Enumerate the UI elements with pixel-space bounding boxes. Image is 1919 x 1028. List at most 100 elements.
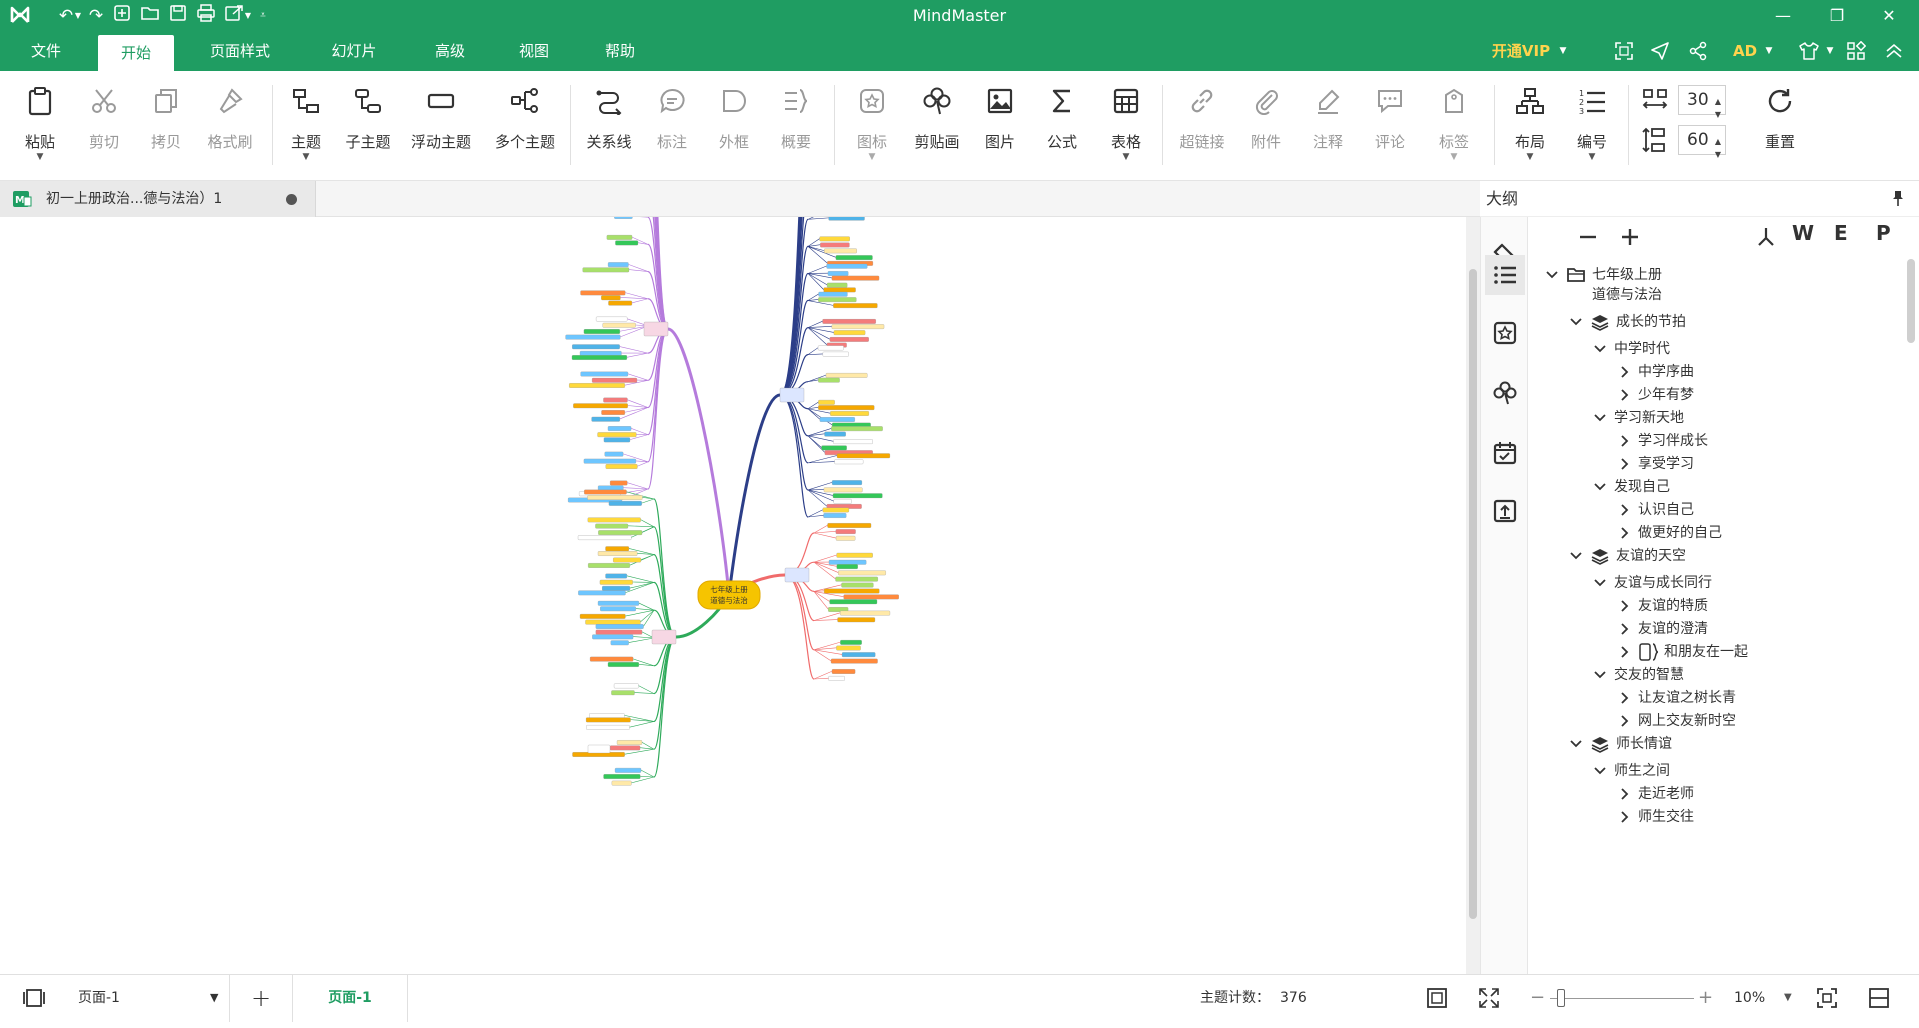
leaf-topic[interactable]	[584, 459, 636, 464]
leaf-topic[interactable]	[830, 600, 877, 605]
leaf-topic[interactable]	[566, 335, 621, 340]
presentation-mode-icon[interactable]	[1868, 975, 1894, 1022]
leaf-topic[interactable]	[833, 439, 872, 444]
apps-icon[interactable]	[1842, 31, 1870, 71]
leaf-topic[interactable]	[614, 217, 632, 219]
leaf-topic[interactable]	[836, 255, 873, 260]
leaf-topic[interactable]	[580, 614, 625, 619]
open-folder-icon[interactable]	[138, 4, 162, 28]
chevron-down-icon[interactable]	[1592, 337, 1608, 361]
leaf-topic[interactable]	[832, 276, 879, 281]
paste-button[interactable]: 粘贴 ▼	[16, 83, 64, 169]
leaf-topic[interactable]	[818, 346, 844, 351]
export-ppt-button[interactable]: P	[1876, 221, 1891, 245]
outline-item[interactable]: 发现自己	[1592, 475, 1888, 499]
leaf-topic[interactable]	[600, 580, 633, 585]
menu-view[interactable]: 视图	[506, 31, 562, 71]
topic-dropdown-icon[interactable]: ▼	[284, 152, 328, 162]
chevron-down-icon[interactable]	[1592, 663, 1608, 687]
outline-item[interactable]: 少年有梦	[1616, 383, 1888, 407]
leaf-topic[interactable]	[592, 417, 620, 422]
scrollbar-thumb[interactable]	[1907, 259, 1915, 343]
leaf-topic[interactable]	[609, 501, 642, 506]
leaf-topic[interactable]	[831, 659, 878, 664]
leaf-topic[interactable]	[603, 398, 627, 403]
leaf-topic[interactable]	[844, 595, 899, 600]
picture-button[interactable]: 图片	[976, 83, 1024, 169]
note-button[interactable]: 注释	[1304, 83, 1352, 169]
leaf-topic[interactable]	[834, 499, 852, 504]
relationship-button[interactable]: 关系线	[584, 83, 634, 169]
formula-button[interactable]: 公式	[1038, 83, 1086, 169]
leaf-topic[interactable]	[572, 355, 627, 360]
chevron-right-icon[interactable]	[1616, 429, 1632, 453]
menu-file[interactable]: 文件	[18, 31, 74, 71]
leaf-topic[interactable]	[833, 303, 877, 308]
note-attached-icon[interactable]	[1638, 640, 1660, 664]
leaf-topic[interactable]	[822, 446, 847, 451]
topic-button[interactable]: 主题 ▼	[284, 83, 328, 169]
outline-item[interactable]: 享受学习	[1616, 452, 1888, 476]
vip-button[interactable]: 开通VIP	[1486, 31, 1556, 71]
leaf-topic[interactable]	[601, 410, 624, 415]
user-dropdown-icon[interactable]: ▼	[1762, 31, 1776, 71]
page-panel-icon[interactable]	[22, 975, 48, 1022]
multiple-topics-button[interactable]: 多个主题	[490, 83, 560, 169]
pin-icon[interactable]	[1890, 189, 1910, 209]
chevron-right-icon[interactable]	[1616, 709, 1632, 733]
chevron-down-icon[interactable]	[1568, 544, 1584, 568]
leaf-topic[interactable]	[828, 271, 848, 276]
leaf-topic[interactable]	[589, 713, 624, 718]
leaf-topic[interactable]	[608, 262, 628, 267]
leaf-topic[interactable]	[827, 283, 847, 288]
leaf-topic[interactable]	[598, 530, 642, 535]
chevron-down-icon[interactable]	[1592, 406, 1608, 430]
document-tab[interactable]: M 初一上册政治...德与法治）1	[0, 181, 316, 217]
chevron-right-icon[interactable]	[1616, 594, 1632, 618]
chevron-right-icon[interactable]	[1616, 617, 1632, 641]
leaf-topic[interactable]	[610, 481, 627, 486]
menu-help[interactable]: 帮助	[592, 31, 648, 71]
leaf-topic[interactable]	[596, 317, 627, 322]
vertical-spacing-input[interactable]: 60 ▲ ▼	[1678, 125, 1726, 155]
format-painter-button[interactable]: 格式刷	[204, 83, 256, 169]
menu-page-style[interactable]: 页面样式	[198, 31, 282, 71]
leaf-topic[interactable]	[818, 400, 834, 405]
menu-slides[interactable]: 幻灯片	[318, 31, 390, 71]
outline-item[interactable]: 学习伴成长	[1616, 429, 1888, 453]
vip-dropdown-icon[interactable]: ▼	[1556, 31, 1570, 71]
outline-item[interactable]: 友谊与成长同行	[1592, 571, 1888, 595]
leaf-topic[interactable]	[837, 564, 858, 569]
outline-item[interactable]: 交友的智慧	[1592, 663, 1888, 687]
leaf-topic[interactable]	[836, 577, 878, 582]
leaf-topic[interactable]	[836, 529, 856, 534]
mindmap-graphic[interactable]: 七年级上册 道德与法治	[0, 217, 1466, 974]
leaf-topic[interactable]	[833, 493, 882, 498]
leaf-topic[interactable]	[826, 373, 867, 378]
table-button[interactable]: 表格 ▼	[1102, 83, 1150, 169]
leaf-topic[interactable]	[596, 624, 644, 629]
task-panel-tab[interactable]	[1485, 433, 1525, 473]
leaf-topic[interactable]	[598, 601, 639, 606]
outline-item[interactable]: 师生交往	[1616, 805, 1888, 829]
leaf-topic[interactable]	[824, 513, 847, 518]
menu-home[interactable]: 开始	[98, 35, 174, 71]
fit-window-icon[interactable]	[1816, 975, 1840, 1022]
leaf-topic[interactable]	[606, 546, 629, 551]
leaf-topic[interactable]	[830, 411, 869, 416]
boundary-button[interactable]: 外框	[710, 83, 758, 169]
leaf-topic[interactable]	[588, 563, 630, 568]
zoom-slider-thumb[interactable]	[1557, 989, 1565, 1007]
leaf-topic[interactable]	[823, 352, 849, 357]
leaf-topic[interactable]	[820, 237, 850, 242]
expand-all-icon[interactable]	[1618, 225, 1642, 249]
leaf-topic[interactable]	[584, 490, 626, 495]
outline-item[interactable]: 网上交友新时空	[1616, 709, 1888, 733]
chevron-down-icon[interactable]	[1568, 732, 1584, 756]
unsaved-indicator[interactable]	[286, 194, 297, 205]
leaf-topic[interactable]	[818, 378, 839, 383]
leaf-topic[interactable]	[832, 669, 855, 674]
icon-dropdown-icon[interactable]: ▼	[848, 152, 896, 162]
leaf-topic[interactable]	[825, 432, 846, 437]
tag-button[interactable]: 标签 ▼	[1430, 83, 1478, 169]
